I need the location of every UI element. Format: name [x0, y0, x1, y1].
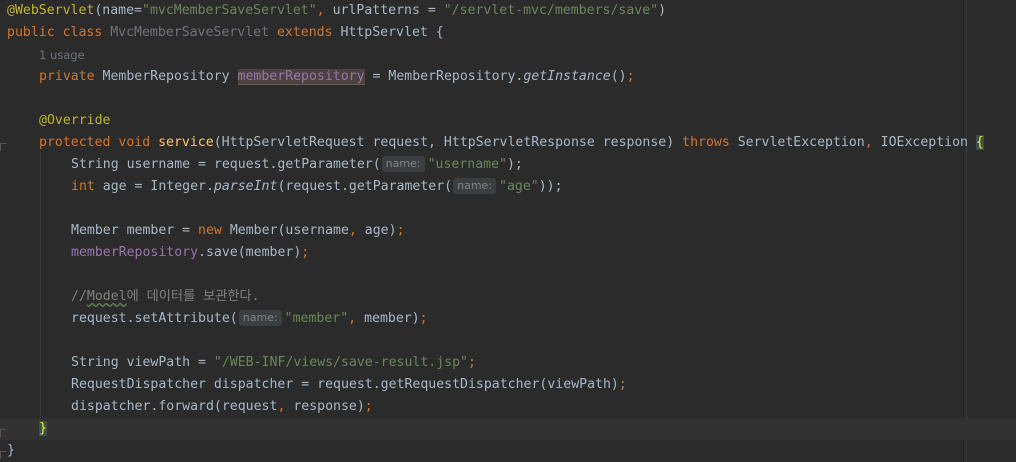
- code-line-2[interactable]: public class MvcMemberSaveServlet extend…: [0, 22, 1016, 44]
- code-line-4[interactable]: private MemberRepository memberRepositor…: [0, 66, 1016, 88]
- matched-brace-close: }: [39, 421, 47, 436]
- fold-marker-icon[interactable]: [0, 143, 6, 151]
- usage-count[interactable]: 1 usage: [39, 48, 85, 62]
- code-line-1[interactable]: @WebServlet(name="mvcMemberSaveServlet",…: [0, 0, 1016, 22]
- code-line-12[interactable]: memberRepository.save(member);: [0, 242, 1016, 264]
- code-line-9[interactable]: int age = Integer.parseInt(request.getPa…: [0, 176, 1016, 198]
- code-line-7[interactable]: protected void service(HttpServletReques…: [0, 132, 1016, 154]
- code-line-20-current[interactable]: }: [0, 418, 1016, 440]
- code-line-6[interactable]: @Override: [0, 110, 1016, 132]
- code-line-15[interactable]: request.setAttribute(name: "member", memb…: [0, 308, 1016, 330]
- code-line-18[interactable]: RequestDispatcher dispatcher = request.g…: [0, 374, 1016, 396]
- fold-marker-icon[interactable]: [0, 451, 6, 459]
- usage-hint-line: 1 usage: [0, 44, 1016, 66]
- param-hint: name:: [238, 310, 282, 326]
- code-line-11[interactable]: Member member = new Member(username, age…: [0, 220, 1016, 242]
- code-line-17[interactable]: String viewPath = "/WEB-INF/views/save-r…: [0, 352, 1016, 374]
- code-line-21[interactable]: }: [0, 440, 1016, 462]
- matched-brace-open: {: [975, 135, 984, 150]
- code-line-8[interactable]: String username = request.getParameter(n…: [0, 154, 1016, 176]
- highlighted-field: memberRepository: [237, 69, 365, 85]
- code-editor[interactable]: @WebServlet(name="mvcMemberSaveServlet",…: [0, 0, 1016, 462]
- code-line-19[interactable]: dispatcher.forward(request, response);: [0, 396, 1016, 418]
- code-line-14[interactable]: //Model에 데이터를 보관한다.: [0, 286, 1016, 308]
- param-hint: name:: [453, 178, 497, 194]
- fold-marker-icon[interactable]: [0, 429, 6, 437]
- param-hint: name:: [381, 156, 425, 172]
